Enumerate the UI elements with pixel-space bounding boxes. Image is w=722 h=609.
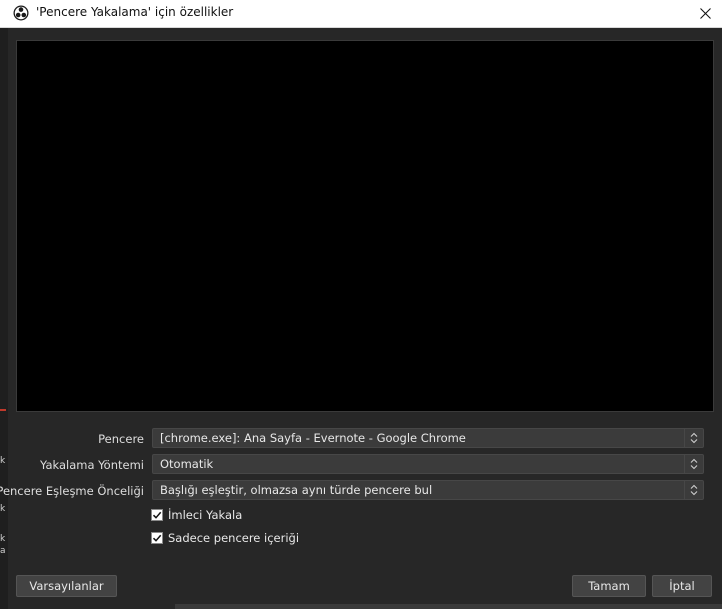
client-area-checkbox-row[interactable]: Sadece pencere içeriği	[151, 530, 299, 546]
window-match-priority-select[interactable]: Başlığı eşleştir, olmazsa aynı türde pen…	[152, 480, 704, 500]
capture-method-label: Yakalama Yöntemi	[40, 458, 144, 472]
ok-button[interactable]: Tamam	[572, 575, 646, 597]
capture-method-select-value: Otomatik	[160, 457, 214, 471]
background-glyph: k	[0, 456, 6, 466]
window-label: Pencere	[98, 432, 144, 446]
checkmark-icon	[152, 511, 162, 519]
close-button[interactable]	[688, 0, 722, 27]
window-select[interactable]: [chrome.exe]: Ana Sayfa - Evernote - Goo…	[152, 428, 704, 448]
background-window-bottom-edge	[175, 604, 722, 609]
capture-cursor-label: İmleci Yakala	[168, 508, 243, 522]
capture-cursor-checkbox-row[interactable]: İmleci Yakala	[151, 507, 242, 523]
background-window-edge: k k k a	[0, 28, 8, 609]
client-area-checkbox[interactable]	[151, 532, 163, 544]
client-area-label: Sadece pencere içeriği	[168, 531, 300, 545]
window-match-priority-label: Pencere Eşleşme Önceliği	[0, 484, 144, 498]
obs-icon	[13, 5, 29, 21]
background-glyph: k	[0, 504, 6, 514]
background-red-mark	[0, 409, 6, 411]
window-match-priority-select-value: Başlığı eşleştir, olmazsa aynı türde pen…	[160, 483, 433, 497]
updown-arrows-icon	[684, 455, 703, 473]
window-select-value: [chrome.exe]: Ana Sayfa - Evernote - Goo…	[160, 431, 466, 445]
properties-dialog: 'Pencere Yakalama' için özellikler k k k…	[0, 0, 722, 609]
source-preview	[16, 40, 714, 412]
cancel-button[interactable]: İptal	[652, 575, 712, 597]
defaults-button[interactable]: Varsayılanlar	[16, 575, 117, 597]
title-bar: 'Pencere Yakalama' için özellikler	[0, 0, 722, 28]
close-icon	[699, 8, 711, 19]
capture-cursor-checkbox[interactable]	[151, 509, 163, 521]
window-title: 'Pencere Yakalama' için özellikler	[36, 5, 234, 19]
background-glyph: k	[0, 534, 6, 544]
updown-arrows-icon	[684, 481, 703, 499]
updown-arrows-icon	[684, 429, 703, 447]
background-glyph: a	[0, 546, 6, 556]
checkmark-icon	[152, 534, 162, 542]
capture-method-select[interactable]: Otomatik	[152, 454, 704, 474]
